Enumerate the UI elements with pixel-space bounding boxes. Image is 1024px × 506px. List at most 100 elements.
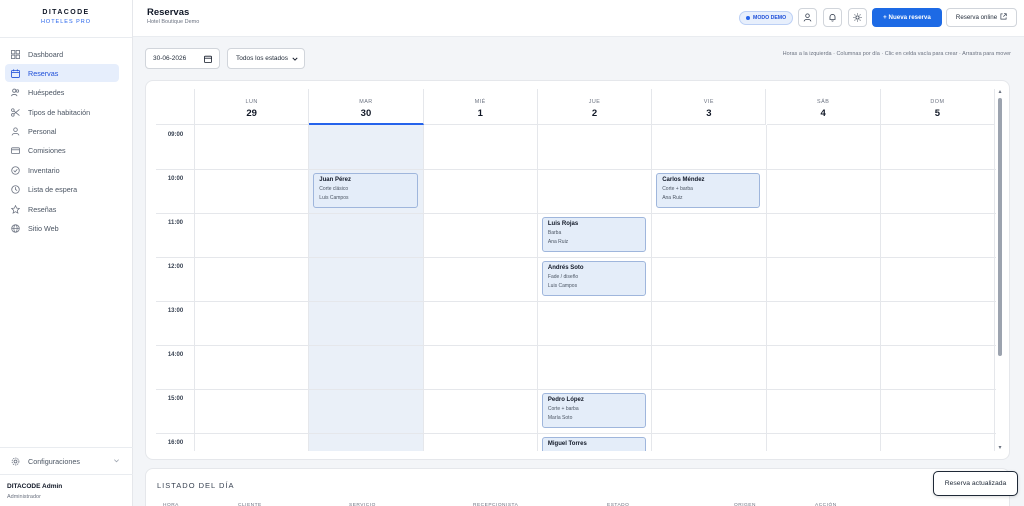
booking-service: Corte + barba bbox=[547, 406, 579, 412]
calendar-slot[interactable] bbox=[424, 213, 538, 257]
week-grid: 09:00 10:00 11:00 12:00 13:00 14:00 15:00 16:00… bbox=[156, 89, 996, 451]
star-icon bbox=[11, 204, 20, 214]
day-header: LUN 29 bbox=[195, 89, 310, 125]
calendar-slot[interactable] bbox=[881, 345, 995, 389]
time-label: 13:00 bbox=[167, 308, 184, 314]
calendar-slot[interactable] bbox=[309, 389, 423, 433]
calendar-slot[interactable] bbox=[195, 213, 309, 257]
scroll-down-arrow[interactable]: ▾ bbox=[996, 445, 1004, 451]
calendar-slot[interactable] bbox=[881, 125, 995, 169]
booking-card[interactable]: Carlos Méndez Corte + barba Ana Ruiz bbox=[656, 173, 761, 208]
calendar-slot[interactable] bbox=[767, 125, 881, 169]
calendar-slot[interactable] bbox=[767, 257, 881, 301]
date-picker-input[interactable]: 30-06-2026 bbox=[145, 48, 220, 69]
calendar-slot[interactable] bbox=[424, 345, 538, 389]
sidebar-item-inventario[interactable]: Inventario bbox=[5, 161, 119, 179]
booking-client: Pedro López bbox=[547, 397, 584, 403]
calendar-slot[interactable] bbox=[195, 125, 309, 169]
booking-card[interactable]: Andrés Soto Fade / diseño Luis Campos bbox=[541, 261, 647, 296]
calendar-slot[interactable] bbox=[195, 169, 309, 213]
calendar-slot[interactable] bbox=[652, 433, 766, 451]
calendar-slot[interactable] bbox=[881, 169, 995, 213]
day-list-title: LISTADO DEL DÍA bbox=[157, 481, 235, 490]
calendar-slot[interactable] bbox=[881, 433, 995, 451]
day-name: LUN bbox=[245, 99, 258, 105]
booking-card[interactable]: Luis Rojas Barba Ana Ruiz bbox=[541, 217, 647, 252]
sidebar-nav: Dashboard Reservas Huéspedes Tipos de ha… bbox=[5, 45, 119, 239]
calendar-slot[interactable] bbox=[881, 213, 995, 257]
calendar-slot[interactable] bbox=[424, 169, 538, 213]
calendar-slot[interactable] bbox=[767, 213, 881, 257]
calendar-slot[interactable] bbox=[881, 257, 995, 301]
calendar-slot[interactable] bbox=[652, 125, 766, 169]
booking-card[interactable]: Pedro López Corte + barba María Soto bbox=[541, 393, 647, 428]
theme-toggle-button[interactable] bbox=[848, 8, 867, 27]
calendar-slot[interactable] bbox=[538, 125, 652, 169]
calendar-slot[interactable] bbox=[309, 301, 423, 345]
notifications-button[interactable] bbox=[823, 8, 842, 27]
scroll-up-arrow[interactable]: ▴ bbox=[996, 89, 1004, 95]
booking-service: Barba bbox=[547, 230, 562, 236]
calendar-slot[interactable] bbox=[309, 213, 423, 257]
calendar-slot[interactable] bbox=[309, 125, 423, 169]
calendar-slot[interactable] bbox=[195, 257, 309, 301]
calendar-slot[interactable] bbox=[767, 389, 881, 433]
calendar-slot[interactable] bbox=[424, 257, 538, 301]
sidebar-item-personal[interactable]: Personal bbox=[5, 123, 119, 141]
calendar-slot[interactable] bbox=[652, 301, 766, 345]
calendar-slot[interactable] bbox=[195, 389, 309, 433]
calendar-slot[interactable] bbox=[309, 433, 423, 451]
sidebar-item-comisiones[interactable]: Comisiones bbox=[5, 142, 119, 160]
calendar-slot[interactable] bbox=[767, 345, 881, 389]
calendar-slot[interactable] bbox=[652, 257, 766, 301]
page-title: Reservas bbox=[147, 7, 190, 18]
status-filter-select[interactable]: Todos los estados bbox=[227, 48, 305, 69]
booking-service: Fade / diseño bbox=[547, 274, 579, 280]
sidebar-item-tipos-habitacion[interactable]: Tipos de habitación bbox=[5, 103, 119, 121]
calendar-slot[interactable] bbox=[767, 169, 881, 213]
calendar-slot[interactable] bbox=[767, 301, 881, 345]
calendar-slot[interactable] bbox=[424, 389, 538, 433]
calendar-scrollbar[interactable]: ▴ ▾ bbox=[996, 89, 1004, 451]
calendar-slot[interactable] bbox=[195, 301, 309, 345]
calendar-slot[interactable] bbox=[309, 257, 423, 301]
chevron-down-icon bbox=[113, 457, 120, 464]
calendar-slot[interactable] bbox=[652, 345, 766, 389]
online-reservation-button[interactable]: Reserva online bbox=[946, 8, 1017, 27]
calendar-hint: Horas a la izquierda · Columnas por día … bbox=[782, 51, 1011, 57]
calendar-slot[interactable] bbox=[195, 345, 309, 389]
sidebar-item-resenas[interactable]: Reseñas bbox=[5, 200, 119, 218]
day-number: 3 bbox=[706, 108, 712, 119]
calendar-slot[interactable] bbox=[424, 301, 538, 345]
calendar-slot[interactable] bbox=[538, 169, 652, 213]
sidebar-item-reservas[interactable]: Reservas bbox=[5, 64, 119, 83]
user-profile[interactable]: DITACODE Admin Administrador bbox=[0, 474, 133, 506]
calendar-slot[interactable] bbox=[309, 345, 423, 389]
booking-card[interactable]: Juan Pérez Corte clásico Luis Campos bbox=[313, 173, 418, 208]
calendar-slot[interactable] bbox=[538, 301, 652, 345]
calendar-slot[interactable] bbox=[424, 125, 538, 169]
booking-client: Miguel Torres bbox=[547, 441, 587, 447]
sidebar-item-huespedes[interactable]: Huéspedes bbox=[5, 84, 119, 102]
calendar-slot[interactable] bbox=[881, 389, 995, 433]
sidebar-item-sitio-web[interactable]: Sitio Web bbox=[5, 220, 119, 238]
calendar-slot[interactable] bbox=[652, 213, 766, 257]
booking-card[interactable]: Miguel Torres bbox=[541, 437, 647, 451]
calendar-icon[interactable] bbox=[204, 55, 212, 63]
calendar-slot[interactable] bbox=[538, 345, 652, 389]
new-reservation-button[interactable]: + Nueva reserva bbox=[872, 8, 942, 27]
calendar-slot[interactable] bbox=[424, 433, 538, 451]
sidebar-item-dashboard[interactable]: Dashboard bbox=[5, 45, 119, 63]
calendar-slot[interactable] bbox=[881, 301, 995, 345]
calendar-slot[interactable] bbox=[195, 433, 309, 451]
calendar-slot[interactable] bbox=[652, 389, 766, 433]
brand-name: DITACODE bbox=[42, 9, 90, 16]
calendar-slot[interactable] bbox=[767, 433, 881, 451]
scrollbar-thumb[interactable] bbox=[998, 98, 1002, 356]
config-label: Configuraciones bbox=[28, 456, 80, 466]
sidebar-item-configuraciones[interactable]: Configuraciones bbox=[0, 448, 133, 474]
day-header: MAR 30 bbox=[309, 89, 424, 125]
sidebar-item-lista-espera[interactable]: Lista de espera bbox=[5, 181, 119, 199]
profile-button[interactable] bbox=[798, 8, 817, 27]
time-label: 11:00 bbox=[167, 220, 183, 226]
